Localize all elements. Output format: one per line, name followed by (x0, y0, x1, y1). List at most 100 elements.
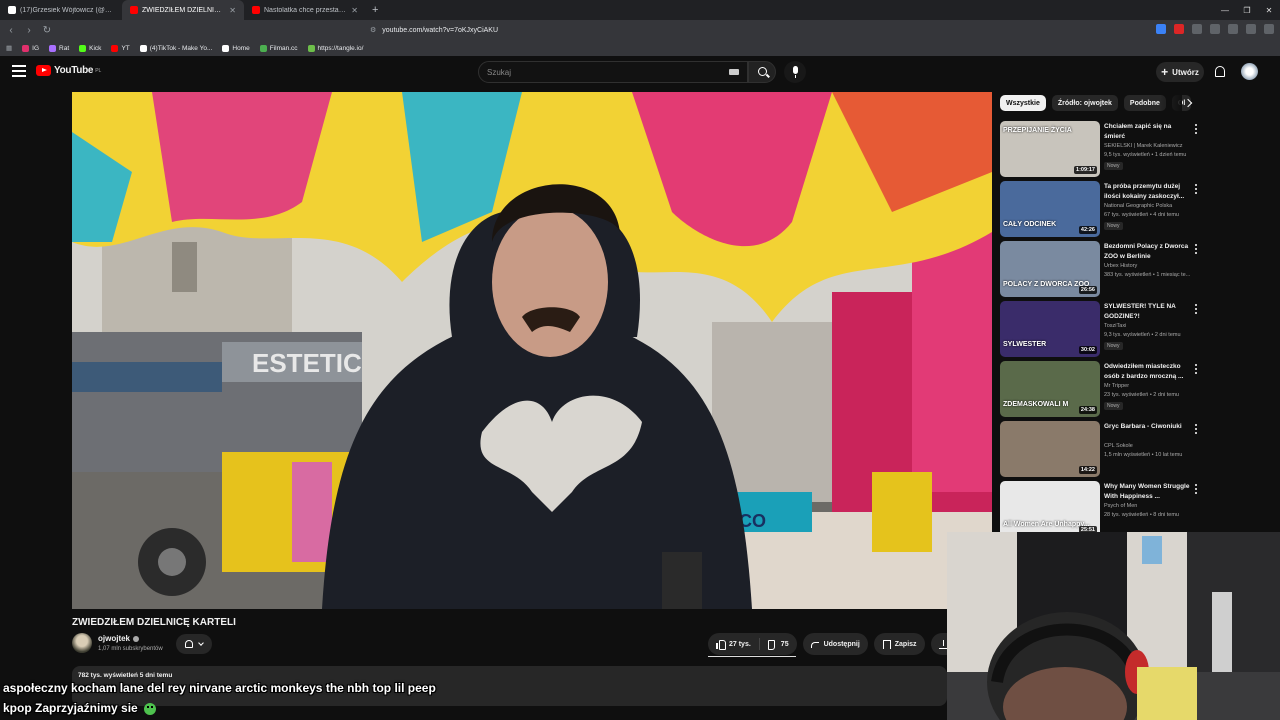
close-tab-icon[interactable]: ✕ (229, 6, 236, 15)
youtube-favicon-icon (130, 6, 138, 14)
more-options-icon[interactable] (1195, 484, 1197, 494)
recommended-video[interactable]: PRZEPIJANIE ŻYCIA 1:09:17 Chciałem zapić s… (1000, 121, 1205, 179)
video-thumbnail[interactable]: PRZEPIJANIE ŻYCIA 1:09:17 (1000, 121, 1100, 177)
recommended-video[interactable]: 14:22 Gryc Barbara - Ciwoniuki CPL Sokole 1… (1000, 421, 1205, 479)
more-options-icon[interactable] (1195, 304, 1197, 314)
reload-icon[interactable]: ↻ (40, 25, 54, 36)
video-title: ZWIEDZIŁEM DZIELNICĘ KARTELI (72, 617, 236, 628)
video-player[interactable]: ESTETIC NOCO (72, 92, 992, 609)
bookmark-item[interactable]: IG (22, 44, 39, 52)
smile-emote-icon (143, 702, 156, 715)
video-frame: ESTETIC NOCO (72, 92, 992, 609)
channel-name[interactable]: ojwojtek (98, 634, 140, 643)
bookmark-item[interactable]: Rat (49, 44, 69, 52)
video-duration: 30:02 (1078, 346, 1097, 354)
extension-icon[interactable] (1210, 24, 1220, 34)
search-box (478, 61, 748, 83)
new-badge: Nowy (1104, 222, 1123, 230)
recommended-video-title: Ta próba przemytu dużej ilości kokainy z… (1104, 183, 1185, 200)
thumbs-up-icon (716, 639, 726, 650)
recommended-channel-name: SEKIELSKI | Marek Kaleniewicz (1104, 143, 1183, 149)
extension-icon[interactable] (1192, 24, 1202, 34)
filman-icon (259, 44, 267, 52)
forward-icon[interactable]: › (22, 25, 36, 36)
recommended-video-meta: 1,5 mln wyświetleń • 10 lat temu (1104, 452, 1183, 458)
subscription-bell-button[interactable] (176, 634, 212, 654)
keyboard-icon[interactable] (729, 69, 739, 75)
tab-title: (17)Grzesiek Wójtowicz (@grzesiek... (20, 6, 114, 14)
account-avatar[interactable] (1241, 63, 1258, 80)
minimize-icon[interactable]: — (1214, 6, 1236, 15)
bookmark-item[interactable]: Filman.cc (259, 44, 298, 52)
apps-icon[interactable]: ▦ (6, 44, 12, 52)
back-icon[interactable]: ‹ (4, 25, 18, 36)
recommended-video[interactable]: SYLWESTER 30:02 SYLWESTER! TYLE NA GODZINE… (1000, 301, 1205, 359)
like-count: 27 tys. (729, 640, 751, 648)
like-ratio-bar (708, 656, 796, 657)
tangle-icon (307, 44, 315, 52)
webcam-frame (947, 532, 1280, 720)
browser-tab[interactable]: (17)Grzesiek Wójtowicz (@grzesiek... (0, 0, 122, 20)
chip-all[interactable]: Wszystkie (1000, 95, 1046, 111)
video-duration: 26:56 (1078, 286, 1097, 294)
video-actions: 27 tys. 75 Udostępnij Zapisz Po (708, 633, 969, 655)
tiktok-favicon-icon (8, 6, 16, 14)
bell-icon (185, 640, 193, 648)
new-tab-button[interactable]: + (366, 4, 384, 16)
video-thumbnail[interactable]: ZDEMASKOWALI M 24:38 (1000, 361, 1100, 417)
more-options-icon[interactable] (1195, 364, 1197, 374)
search-input[interactable] (487, 67, 717, 77)
browser-tab-active[interactable]: ZWIEDZIŁEM DZIELNICĘ KAR... ✕ (122, 0, 244, 20)
channel-avatar[interactable] (72, 633, 92, 653)
create-button[interactable]: + Utwórz (1156, 62, 1204, 82)
recommended-video-meta: 28 tys. wyświetleń • 8 dni temu (1104, 512, 1179, 518)
menu-icon[interactable] (1264, 24, 1274, 34)
more-options-icon[interactable] (1195, 424, 1197, 434)
like-button[interactable]: 27 tys. (708, 633, 759, 655)
extension-icon[interactable] (1156, 24, 1166, 34)
recommended-video[interactable]: CAŁY ODCINEK 42:26 Ta próba przemytu dużej… (1000, 181, 1205, 239)
bookmark-item[interactable]: Home (222, 44, 250, 52)
bookmark-item[interactable]: YT (111, 44, 130, 52)
more-options-icon[interactable] (1195, 244, 1197, 254)
video-thumbnail[interactable]: CAŁY ODCINEK 42:26 (1000, 181, 1100, 237)
dislike-button[interactable]: 75 (760, 633, 797, 655)
site-info-icon[interactable]: ⚙ (370, 26, 376, 34)
hamburger-menu-icon[interactable] (12, 65, 26, 77)
browser-tab[interactable]: Nastolatka chce przestać pić - YouTu... … (244, 0, 366, 20)
extension-icon[interactable] (1228, 24, 1238, 34)
notifications-bell-icon[interactable] (1214, 65, 1226, 78)
bookmark-item[interactable]: https://tangle.io/ (307, 44, 363, 52)
kick-icon (79, 44, 87, 52)
recommended-video[interactable]: ZDEMASKOWALI M 24:38 Odwiedziłem miasteczk… (1000, 361, 1205, 419)
video-thumbnail[interactable]: All Women Are Unhappy... 25:51 (1000, 481, 1100, 537)
more-options-icon[interactable] (1195, 124, 1197, 134)
search-icon[interactable] (748, 61, 776, 83)
video-thumbnail[interactable]: SYLWESTER 30:02 (1000, 301, 1100, 357)
create-label: Utwórz (1172, 67, 1199, 77)
youtube-logo[interactable]: YouTube PL (36, 65, 101, 76)
bookmark-item[interactable]: (4)TikTok - Make Yo... (139, 44, 212, 52)
extension-icon[interactable] (1174, 24, 1184, 34)
music-icon[interactable] (1246, 24, 1256, 34)
restore-icon[interactable]: ❐ (1236, 6, 1258, 15)
recommended-video[interactable]: All Women Are Unhappy... 25:51 Why Many Wo… (1000, 481, 1205, 539)
video-thumbnail[interactable]: 14:22 (1000, 421, 1100, 477)
chip-from-channel[interactable]: Źródło: ojwojtek (1051, 95, 1118, 111)
save-button[interactable]: Zapisz (873, 633, 925, 655)
bookmarks-bar: ▦ IG Rat Kick YT (4)TikTok - Make Yo... … (0, 40, 1280, 56)
close-window-icon[interactable]: ✕ (1258, 6, 1280, 15)
url-field[interactable]: ⚙ youtube.com/watch?v=7oKJxyCiAKU (370, 23, 910, 37)
recommended-video-meta: 67 tys. wyświetleń • 4 dni temu (1104, 212, 1179, 218)
chevron-right-icon[interactable] (1183, 97, 1195, 109)
share-button[interactable]: Udostępnij (802, 633, 868, 655)
video-thumbnail[interactable]: POLACY Z DWORCA ZOO 26:56 (1000, 241, 1100, 297)
recommended-video[interactable]: POLACY Z DWORCA ZOO 26:56 Bezdomni Polacy … (1000, 241, 1205, 299)
thumbnail-text: ZDEMASKOWALI M (1003, 401, 1069, 408)
microphone-icon[interactable] (784, 61, 806, 83)
more-options-icon[interactable] (1195, 184, 1197, 194)
bookmark-item[interactable]: Kick (79, 44, 101, 52)
logo-wordmark: YouTube (54, 65, 94, 76)
close-tab-icon[interactable]: ✕ (351, 6, 358, 15)
recommended-channel-name: National Geographic Polska (1104, 203, 1173, 209)
